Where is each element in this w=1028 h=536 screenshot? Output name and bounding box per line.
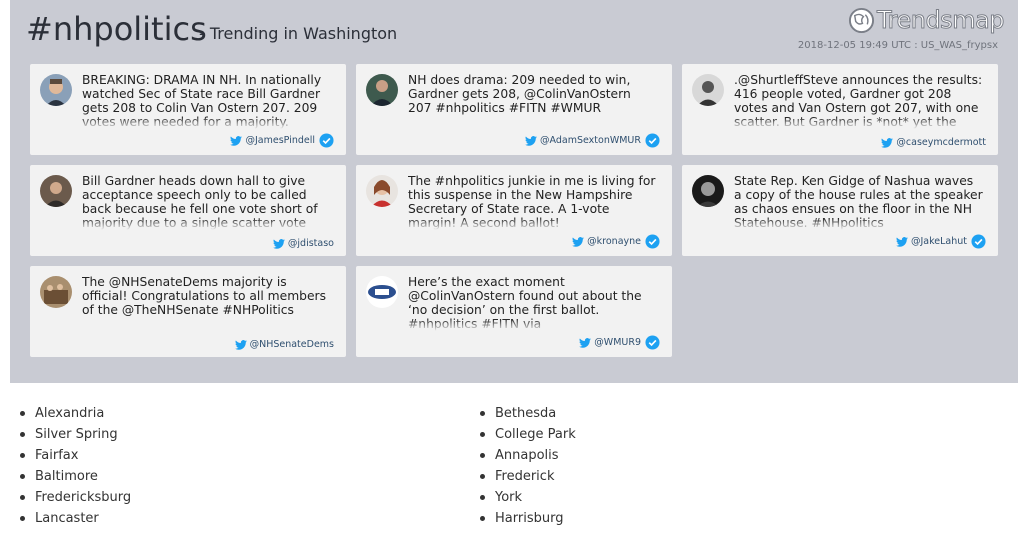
city-link[interactable]: Fairfax xyxy=(10,447,131,468)
tweet-card[interactable]: The #nhpolitics junkie in me is living f… xyxy=(356,165,672,256)
handle-text: @kronayne xyxy=(587,236,641,247)
city-link[interactable]: Alexandria xyxy=(10,405,131,426)
trendsmap-logo[interactable]: Trendsmap xyxy=(848,6,1005,35)
city-link[interactable]: Bethesda xyxy=(470,405,576,426)
city-link[interactable]: Annapolis xyxy=(470,447,576,468)
verified-badge-icon xyxy=(319,133,334,148)
tweet-handle[interactable]: @kronayne xyxy=(572,234,660,249)
avatar[interactable] xyxy=(40,74,72,106)
tweet-handle[interactable]: @AdamSextonWMUR xyxy=(525,133,660,148)
tweet-text: NH does drama: 209 needed to win, Gardne… xyxy=(408,73,658,129)
tweet-text: The #nhpolitics junkie in me is living f… xyxy=(408,174,658,230)
city-link[interactable]: Lancaster xyxy=(10,510,131,531)
tweet-text: .@ShurtleffSteve announces the results: … xyxy=(734,73,984,129)
tweet-card[interactable]: Bill Gardner heads down hall to give acc… xyxy=(30,165,346,256)
logo-text: Trendsmap xyxy=(876,6,1005,35)
twitter-bird-icon xyxy=(234,339,247,350)
twitter-bird-icon xyxy=(881,137,894,148)
city-link[interactable]: College Park xyxy=(470,426,576,447)
tweet-text: BREAKING: DRAMA IN NH. In nationally wat… xyxy=(82,73,332,129)
tweet-handle[interactable]: @NHSenateDems xyxy=(234,339,334,350)
timestamp: 2018-12-05 19:49 UTC : US_WAS_frypsx xyxy=(797,40,998,51)
handle-text: @NHSenateDems xyxy=(249,339,334,350)
twitter-bird-icon xyxy=(230,135,243,146)
handle-text: @JakeLahut xyxy=(910,236,967,247)
tweet-text: State Rep. Ken Gidge of Nashua waves a c… xyxy=(734,174,984,230)
trending-panel: #nhpolitics - Trending in Washington Tre… xyxy=(10,0,1018,383)
city-link[interactable]: Baltimore xyxy=(10,468,131,489)
handle-text: @WMUR9 xyxy=(594,337,641,348)
twitter-bird-icon xyxy=(272,238,285,249)
city-link[interactable]: York xyxy=(470,489,576,510)
city-list-right: Bethesda College Park Annapolis Frederic… xyxy=(470,405,576,531)
twitter-bird-icon xyxy=(895,236,908,247)
tweet-card[interactable]: Here’s the exact moment @ColinVanOstern … xyxy=(356,266,672,357)
tweet-handle[interactable]: @WMUR9 xyxy=(579,335,660,350)
tweet-card[interactable]: NH does drama: 209 needed to win, Gardne… xyxy=(356,64,672,155)
avatar[interactable] xyxy=(366,276,398,308)
tweet-handle[interactable]: @JakeLahut xyxy=(895,234,986,249)
tweet-card[interactable]: State Rep. Ken Gidge of Nashua waves a c… xyxy=(682,165,998,256)
tweet-handle[interactable]: @jdistaso xyxy=(272,238,334,249)
tweet-handle[interactable]: @JamesPindell xyxy=(230,133,334,148)
handle-text: @caseymcdermott xyxy=(896,137,986,148)
twitter-bird-icon xyxy=(579,337,592,348)
tweet-card[interactable]: The @NHSenateDems majority is official! … xyxy=(30,266,346,357)
tweet-handle[interactable]: @caseymcdermott xyxy=(881,137,986,148)
handle-text: @AdamSextonWMUR xyxy=(540,135,641,146)
handle-text: @JamesPindell xyxy=(245,135,315,146)
avatar[interactable] xyxy=(40,276,72,308)
twitter-bird-icon xyxy=(525,135,538,146)
avatar[interactable] xyxy=(692,175,724,207)
city-link[interactable]: Frederick xyxy=(470,468,576,489)
trending-subtitle: - Trending in Washington xyxy=(199,24,398,43)
hashtag-title[interactable]: #nhpolitics xyxy=(26,10,207,48)
verified-badge-icon xyxy=(645,133,660,148)
tweet-text: Here’s the exact moment @ColinVanOstern … xyxy=(408,275,658,331)
avatar[interactable] xyxy=(366,74,398,106)
city-list-left: Alexandria Silver Spring Fairfax Baltimo… xyxy=(10,405,131,531)
tweet-card[interactable]: BREAKING: DRAMA IN NH. In nationally wat… xyxy=(30,64,346,155)
twitter-bird-icon xyxy=(572,236,585,247)
tweet-text: The @NHSenateDems majority is official! … xyxy=(82,275,332,331)
trendsmap-globe-icon xyxy=(848,7,875,33)
avatar[interactable] xyxy=(692,74,724,106)
city-link[interactable]: Harrisburg xyxy=(470,510,576,531)
verified-badge-icon xyxy=(971,234,986,249)
verified-badge-icon xyxy=(645,234,660,249)
tweet-text: Bill Gardner heads down hall to give acc… xyxy=(82,174,332,230)
avatar[interactable] xyxy=(40,175,72,207)
avatar[interactable] xyxy=(366,175,398,207)
tweet-card[interactable]: .@ShurtleffSteve announces the results: … xyxy=(682,64,998,155)
city-link[interactable]: Fredericksburg xyxy=(10,489,131,510)
city-link[interactable]: Silver Spring xyxy=(10,426,131,447)
verified-badge-icon xyxy=(645,335,660,350)
handle-text: @jdistaso xyxy=(287,238,334,249)
